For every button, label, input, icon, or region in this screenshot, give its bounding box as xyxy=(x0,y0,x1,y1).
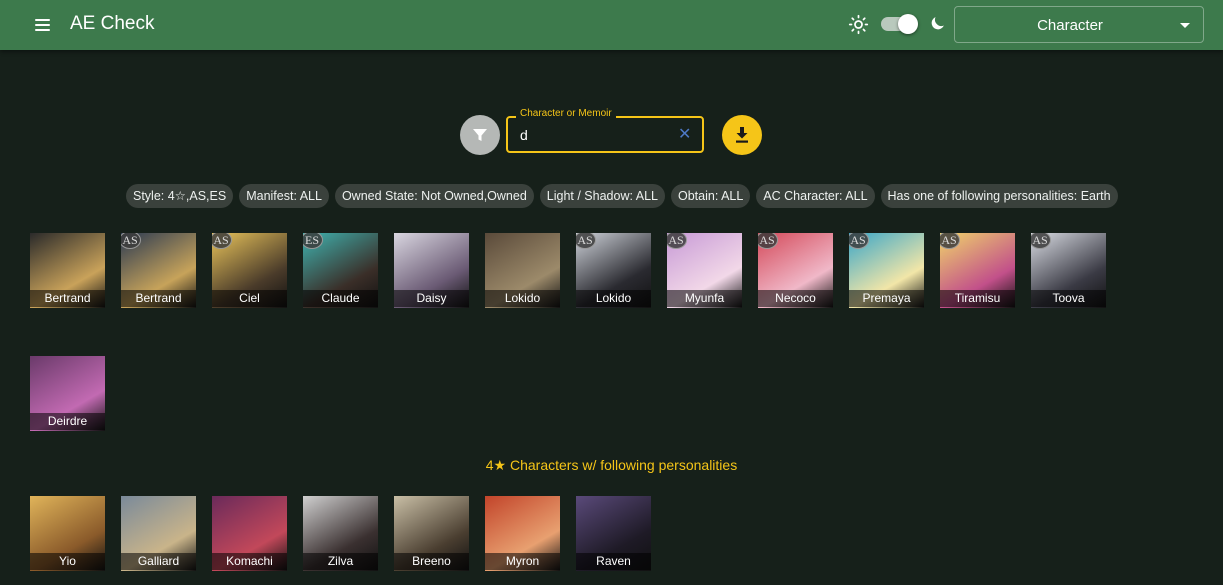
character-grid-4star: Yio Galliard Komachi Zilva Breeno Myron Raven xyxy=(30,496,651,571)
character-name: Bertrand xyxy=(30,290,105,307)
character-card[interactable]: Galliard xyxy=(121,496,196,571)
filter-chip-ac-character[interactable]: AC Character: ALL xyxy=(756,184,875,208)
download-icon xyxy=(736,127,748,143)
filter-chip-style[interactable]: Style: 4☆,AS,ES xyxy=(126,184,234,208)
character-name: Daisy xyxy=(394,290,469,307)
character-card[interactable]: Bertrand xyxy=(30,233,105,308)
character-card[interactable]: AS Ciel xyxy=(212,233,287,308)
character-name: Bertrand xyxy=(121,290,196,307)
download-button[interactable] xyxy=(722,115,762,155)
character-card[interactable]: Myron xyxy=(485,496,560,571)
character-card[interactable]: Komachi xyxy=(212,496,287,571)
search-input[interactable] xyxy=(520,126,670,144)
theme-toggle[interactable] xyxy=(881,14,919,34)
section-title: 4★ Characters w/ following personalities xyxy=(485,457,738,473)
character-name: Zilva xyxy=(303,553,378,570)
character-name: Ciel xyxy=(212,290,287,307)
filter-icon xyxy=(473,129,487,141)
mode-select[interactable]: Character xyxy=(954,6,1204,43)
character-card[interactable]: AS Lokido xyxy=(576,233,651,308)
character-name: Claude xyxy=(303,290,378,307)
filter-chip-manifest[interactable]: Manifest: ALL xyxy=(239,184,329,208)
character-card[interactable]: AS Tiramisu xyxy=(940,233,1015,308)
chevron-down-icon xyxy=(1180,23,1190,28)
clear-icon[interactable]: ✕ xyxy=(678,127,691,143)
filter-chip-personalities[interactable]: Has one of following personalities: Eart… xyxy=(880,184,1118,208)
filter-chips: Style: 4☆,AS,ES Manifest: ALL Owned Stat… xyxy=(126,184,1118,208)
character-card[interactable]: AS Toova xyxy=(1031,233,1106,308)
character-name: Premaya xyxy=(849,290,924,307)
character-name: Myron xyxy=(485,553,560,570)
moon-icon xyxy=(931,17,944,30)
character-card[interactable]: Raven xyxy=(576,496,651,571)
search-field[interactable]: ✕ xyxy=(506,116,704,153)
character-card[interactable]: Yio xyxy=(30,496,105,571)
character-name: Toova xyxy=(1031,290,1106,307)
app-bar: AE Check Character xyxy=(0,0,1223,50)
character-name: Raven xyxy=(576,553,651,570)
character-name: Deirdre xyxy=(30,413,105,430)
sun-icon xyxy=(848,14,869,35)
character-name: Myunfa xyxy=(667,290,742,307)
character-name: Lokido xyxy=(576,290,651,307)
app-title: AE Check xyxy=(70,13,155,34)
character-card[interactable]: Lokido xyxy=(485,233,560,308)
character-name: Tiramisu xyxy=(940,290,1015,307)
character-name: Lokido xyxy=(485,290,560,307)
character-grid-main-row2: Deirdre xyxy=(30,356,105,431)
filter-button[interactable] xyxy=(460,115,500,155)
character-card[interactable]: AS Bertrand xyxy=(121,233,196,308)
character-name: Galliard xyxy=(121,553,196,570)
mode-select-value: Character xyxy=(1037,17,1103,34)
character-name: Necoco xyxy=(758,290,833,307)
character-card[interactable]: ES Claude xyxy=(303,233,378,308)
character-card[interactable]: Breeno xyxy=(394,496,469,571)
character-name: Yio xyxy=(30,553,105,570)
character-card[interactable]: Daisy xyxy=(394,233,469,308)
menu-icon[interactable] xyxy=(30,13,54,37)
character-card[interactable]: AS Necoco xyxy=(758,233,833,308)
toggle-thumb xyxy=(898,14,918,34)
character-card[interactable]: Zilva xyxy=(303,496,378,571)
character-grid-main: Bertrand AS Bertrand AS Ciel ES Claude Daisy Lok… xyxy=(30,233,1106,308)
character-name: Breeno xyxy=(394,553,469,570)
filter-chip-owned-state[interactable]: Owned State: Not Owned,Owned xyxy=(334,184,534,208)
character-card[interactable]: AS Premaya xyxy=(849,233,924,308)
search-label: Character or Memoir xyxy=(516,108,616,119)
character-name: Komachi xyxy=(212,553,287,570)
filter-chip-light-shadow[interactable]: Light / Shadow: ALL xyxy=(539,184,665,208)
character-card[interactable]: AS Myunfa xyxy=(667,233,742,308)
filter-chip-obtain[interactable]: Obtain: ALL xyxy=(670,184,751,208)
character-card[interactable]: Deirdre xyxy=(30,356,105,431)
